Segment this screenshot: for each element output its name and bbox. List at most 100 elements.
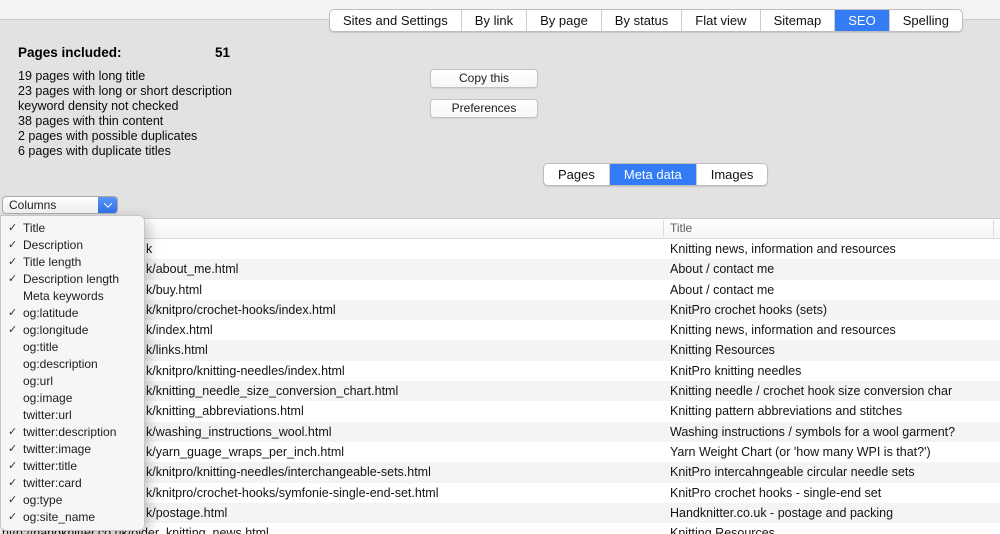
table-row[interactable]: k/about_me.html About / contact me bbox=[0, 259, 1000, 279]
tab-sites-and-settings[interactable]: Sites and Settings bbox=[330, 10, 461, 31]
menu-item-twitter-card[interactable]: ✓ twitter:card bbox=[1, 475, 144, 492]
table-row[interactable]: k/links.html Knitting Resources bbox=[0, 340, 1000, 360]
url-cell: k/postage.html bbox=[146, 503, 227, 523]
table-row[interactable]: k/postage.html Handknitter.co.uk - posta… bbox=[0, 503, 1000, 523]
menu-item-og-longitude[interactable]: ✓ og:longitude bbox=[1, 322, 144, 339]
menu-item-twitter-description[interactable]: ✓ twitter:description bbox=[1, 424, 144, 441]
preferences-button[interactable]: Preferences bbox=[430, 99, 538, 118]
checkmark-icon: ✓ bbox=[8, 220, 17, 237]
table-row[interactable]: k/knitting_needle_size_conversion_chart.… bbox=[0, 381, 1000, 401]
title-cell: KnitPro crochet hooks (sets) bbox=[670, 300, 827, 320]
table-row[interactable]: k/knitting_abbreviations.html Knitting p… bbox=[0, 401, 1000, 421]
view-tab-bar: PagesMeta dataImages bbox=[543, 163, 768, 186]
menu-item-twitter-url[interactable]: twitter:url bbox=[1, 407, 144, 424]
summary-line: keyword density not checked bbox=[18, 99, 232, 114]
menu-item-title[interactable]: ✓ Title bbox=[1, 220, 144, 237]
url-cell: k/knitpro/crochet-hooks/index.html bbox=[146, 300, 336, 320]
menu-item-title-length[interactable]: ✓ Title length bbox=[1, 254, 144, 271]
table-row[interactable]: k/knitpro/crochet-hooks/index.html KnitP… bbox=[0, 300, 1000, 320]
checkmark-icon: ✓ bbox=[8, 492, 17, 509]
checkmark-icon: ✓ bbox=[8, 458, 17, 475]
url-cell: k/knitpro/knitting-needles/index.html bbox=[146, 361, 345, 381]
menu-item-twitter-image[interactable]: ✓ twitter:image bbox=[1, 441, 144, 458]
column-divider bbox=[663, 220, 664, 237]
table-row[interactable]: k/knitpro/crochet-hooks/symfonie-single-… bbox=[0, 483, 1000, 503]
title-cell: About / contact me bbox=[670, 280, 774, 300]
table-row[interactable]: k/yarn_guage_wraps_per_inch.html Yarn We… bbox=[0, 442, 1000, 462]
tab-by-status[interactable]: By status bbox=[601, 10, 681, 31]
checkmark-icon: ✓ bbox=[8, 271, 17, 288]
menu-item-label: twitter:url bbox=[23, 408, 72, 422]
menu-item-label: og:image bbox=[23, 391, 72, 405]
title-cell: KnitPro crochet hooks - single-end set bbox=[670, 483, 881, 503]
url-cell: k/knitpro/crochet-hooks/symfonie-single-… bbox=[146, 483, 438, 503]
checkmark-icon: ✓ bbox=[8, 509, 17, 526]
summary-line: 2 pages with possible duplicates bbox=[18, 129, 232, 144]
menu-item-meta-keywords[interactable]: Meta keywords bbox=[1, 288, 144, 305]
table-row[interactable]: k/knitpro/knitting-needles/index.html Kn… bbox=[0, 361, 1000, 381]
menu-item-label: og:longitude bbox=[23, 323, 88, 337]
menu-item-description-length[interactable]: ✓ Description length bbox=[1, 271, 144, 288]
title-column-header[interactable]: Title bbox=[670, 219, 692, 238]
table-row[interactable]: k/buy.html About / contact me bbox=[0, 280, 1000, 300]
table-row[interactable]: k/index.html Knitting news, information … bbox=[0, 320, 1000, 340]
url-cell: k/buy.html bbox=[146, 280, 202, 300]
tab-by-link[interactable]: By link bbox=[461, 10, 526, 31]
menu-item-label: twitter:card bbox=[23, 476, 82, 490]
url-cell: k/yarn_guage_wraps_per_inch.html bbox=[146, 442, 344, 462]
menu-item-label: Title bbox=[23, 221, 45, 235]
menu-item-twitter-title[interactable]: ✓ twitter:title bbox=[1, 458, 144, 475]
menu-item-label: twitter:title bbox=[23, 459, 77, 473]
menu-item-og-title[interactable]: og:title bbox=[1, 339, 144, 356]
menu-item-og-site-name[interactable]: ✓ og:site_name bbox=[1, 509, 144, 526]
menu-item-label: og:title bbox=[23, 340, 58, 354]
menu-item-label: Description bbox=[23, 238, 83, 252]
menu-item-og-latitude[interactable]: ✓ og:latitude bbox=[1, 305, 144, 322]
tab-pages[interactable]: Pages bbox=[544, 164, 609, 185]
pages-included-value: 51 bbox=[215, 45, 230, 60]
tab-seo[interactable]: SEO bbox=[834, 10, 888, 31]
main-tab-bar: Sites and SettingsBy linkBy pageBy statu… bbox=[329, 9, 963, 32]
title-cell: KnitPro intercahngeable circular needle … bbox=[670, 462, 915, 482]
seo-summary-lines: 19 pages with long title23 pages with lo… bbox=[18, 69, 232, 159]
title-cell: Knitting pattern abbreviations and stitc… bbox=[670, 401, 902, 421]
copy-this-button[interactable]: Copy this bbox=[430, 69, 538, 88]
columns-dropdown-button[interactable]: Columns bbox=[2, 196, 118, 214]
url-cell: k bbox=[146, 239, 152, 259]
checkmark-icon: ✓ bbox=[8, 254, 17, 271]
checkmark-icon: ✓ bbox=[8, 237, 17, 254]
table-row[interactable]: k/knitpro/knitting-needles/interchangeab… bbox=[0, 462, 1000, 482]
menu-item-label: twitter:image bbox=[23, 442, 91, 456]
menu-item-og-url[interactable]: og:url bbox=[1, 373, 144, 390]
chevron-down-icon bbox=[98, 197, 117, 213]
title-cell: KnitPro knitting needles bbox=[670, 361, 801, 381]
summary-line: 38 pages with thin content bbox=[18, 114, 232, 129]
title-cell: Yarn Weight Chart (or 'how many WPI is t… bbox=[670, 442, 931, 462]
menu-item-og-image[interactable]: og:image bbox=[1, 390, 144, 407]
title-cell: Knitting Resources bbox=[670, 340, 775, 360]
url-cell: k/knitpro/knitting-needles/interchangeab… bbox=[146, 462, 431, 482]
tab-sitemap[interactable]: Sitemap bbox=[760, 10, 835, 31]
checkmark-icon: ✓ bbox=[8, 305, 17, 322]
url-cell: k/washing_instructions_wool.html bbox=[146, 422, 332, 442]
tab-images[interactable]: Images bbox=[696, 164, 768, 185]
menu-item-description[interactable]: ✓ Description bbox=[1, 237, 144, 254]
menu-item-label: og:url bbox=[23, 374, 53, 388]
seo-tool-window: Sites and SettingsBy linkBy pageBy statu… bbox=[0, 0, 1000, 534]
url-cell: k/knitting_abbreviations.html bbox=[146, 401, 304, 421]
menu-item-label: og:site_name bbox=[23, 510, 95, 524]
tab-by-page[interactable]: By page bbox=[526, 10, 601, 31]
table-row[interactable]: k/washing_instructions_wool.html Washing… bbox=[0, 422, 1000, 442]
table-row[interactable]: k Knitting news, information and resourc… bbox=[0, 239, 1000, 259]
tab-spelling[interactable]: Spelling bbox=[889, 10, 962, 31]
tab-flat-view[interactable]: Flat view bbox=[681, 10, 759, 31]
title-cell: Washing instructions / symbols for a woo… bbox=[670, 422, 955, 442]
meta-data-table: k Knitting news, information and resourc… bbox=[0, 239, 1000, 534]
table-row[interactable]: http://handknitter.co.uk/older_knitting_… bbox=[0, 523, 1000, 534]
pages-included-label: Pages included: bbox=[18, 45, 122, 60]
tab-meta-data[interactable]: Meta data bbox=[609, 164, 696, 185]
menu-item-og-type[interactable]: ✓ og:type bbox=[1, 492, 144, 509]
menu-item-og-description[interactable]: og:description bbox=[1, 356, 144, 373]
checkmark-icon: ✓ bbox=[8, 424, 17, 441]
title-cell: Knitting Resources bbox=[670, 523, 775, 534]
